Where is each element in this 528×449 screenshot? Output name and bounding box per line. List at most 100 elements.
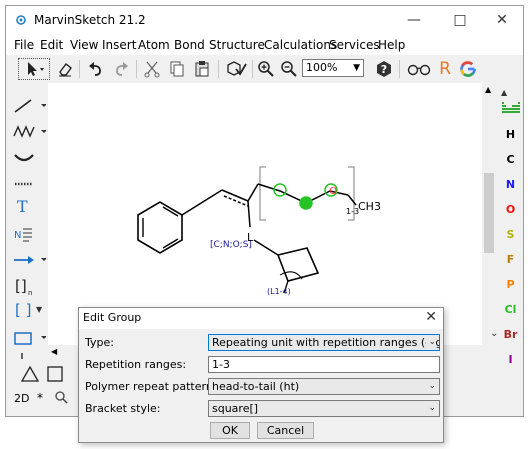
copy-button[interactable]: [166, 58, 188, 80]
star-button[interactable]: *: [37, 391, 43, 405]
dialog-title-bar: Edit Group ✕: [79, 308, 443, 329]
polymer-repeat-pattern-value: head-to-tail (ht): [212, 380, 300, 393]
close-button[interactable]: ✕: [479, 6, 523, 35]
repeating-unit-tool[interactable]: [] n: [12, 275, 46, 297]
menu-bond[interactable]: Bond: [174, 38, 205, 52]
element-cl-button[interactable]: Cl: [496, 303, 523, 316]
menu-insert[interactable]: Insert: [102, 38, 136, 52]
zoom-out-icon: [281, 61, 297, 77]
cyclobutane-ring: [276, 247, 320, 282]
single-bond-tool[interactable]: [12, 95, 46, 117]
element-p-button[interactable]: P: [496, 278, 523, 291]
svg-text:O: O: [329, 186, 337, 197]
window-title: MarvinSketch 21.2: [34, 13, 146, 27]
bracket-tool-label: [ ]: [15, 301, 32, 319]
menu-structure[interactable]: Structure: [209, 38, 265, 52]
cut-button[interactable]: [141, 58, 163, 80]
eraser-icon: [59, 63, 72, 77]
dialog-close-button[interactable]: ✕: [425, 309, 437, 325]
menu-calculations[interactable]: Calculations: [264, 38, 337, 52]
periodic-table-icon[interactable]: [502, 102, 520, 114]
type-value: Repeating unit with repetition ranges (e…: [212, 336, 439, 349]
element-h-button[interactable]: H: [496, 128, 523, 141]
polymer-repeat-pattern-select[interactable]: head-to-tail (ht) ⌄: [208, 378, 440, 395]
copy-icon: [170, 61, 184, 77]
bracket-tool[interactable]: [ ] ▼: [12, 301, 46, 323]
dotted-line-tool[interactable]: [12, 173, 46, 195]
element-f-button[interactable]: F: [496, 253, 523, 266]
benzene-ring: [137, 201, 183, 254]
svg-text:[]: []: [15, 277, 27, 295]
minimize-button[interactable]: —: [391, 6, 437, 35]
mode-2d-label[interactable]: 2D: [14, 392, 29, 405]
zoom-value: 100%: [306, 61, 338, 74]
main-toolbar: 100% ▼ ? R: [6, 55, 523, 83]
end-group-label: CH3: [358, 200, 381, 213]
select-arrow-icon: [28, 62, 44, 76]
menu-view[interactable]: View: [70, 38, 98, 52]
vertical-scroll-thumb[interactable]: [484, 173, 494, 253]
element-c-button[interactable]: C: [496, 153, 523, 166]
reaction-arrow-numbered-tool[interactable]: N: [12, 223, 46, 245]
element-o-button[interactable]: O: [496, 203, 523, 216]
undo-icon: [89, 62, 101, 76]
triangle-ring-tool[interactable]: [20, 365, 40, 383]
element-s-button[interactable]: S: [496, 228, 523, 241]
element-br-button[interactable]: Br: [496, 328, 523, 341]
title-bar: MarvinSketch 21.2 — □ ✕: [6, 6, 523, 35]
menu-edit[interactable]: Edit: [40, 38, 63, 52]
chevron-down-icon: ⌄: [426, 379, 436, 394]
repetition-ranges-value: 1-3: [212, 358, 230, 371]
repetition-ranges-input[interactable]: 1-3: [208, 356, 440, 373]
link-node-label: (L1-4): [267, 287, 291, 296]
arrow-tool[interactable]: [12, 249, 46, 271]
menu-bar: File Edit View Insert Atom Bond Structur…: [6, 35, 523, 55]
chevron-down-icon: ⌄: [426, 335, 436, 350]
scroll-up-icon: ▲: [485, 85, 492, 94]
paste-button[interactable]: [191, 58, 213, 80]
atom-list-label: [C;N;O;S]: [210, 240, 252, 250]
menu-help[interactable]: Help: [378, 38, 405, 52]
zoom-combobox[interactable]: 100% ▼: [302, 59, 364, 77]
rectangle-tool[interactable]: [12, 327, 46, 349]
help-button[interactable]: ?: [373, 58, 395, 80]
help-icon: ?: [377, 61, 391, 77]
menu-file[interactable]: File: [14, 38, 34, 52]
ok-button[interactable]: OK: [210, 422, 250, 439]
square-ring-tool[interactable]: [46, 365, 64, 383]
view-3d-button[interactable]: [406, 58, 432, 80]
redo-button[interactable]: [110, 58, 132, 80]
r-icon: R: [439, 59, 451, 79]
maximize-button[interactable]: □: [437, 6, 483, 35]
vertical-scrollbar[interactable]: ▲: [482, 83, 496, 345]
google-search-button[interactable]: [457, 58, 479, 80]
bracket-style-select[interactable]: square[] ⌄: [208, 400, 440, 417]
search-structure-icon[interactable]: [54, 390, 68, 404]
zoom-out-button[interactable]: [278, 58, 300, 80]
curved-bond-tool[interactable]: [12, 147, 46, 169]
cancel-button[interactable]: Cancel: [257, 422, 314, 439]
glasses-icon: [407, 64, 431, 76]
menu-services[interactable]: Services: [329, 38, 380, 52]
paste-icon: [195, 61, 209, 77]
element-n-button[interactable]: N: [496, 178, 523, 191]
element-i-button[interactable]: I: [496, 353, 523, 366]
clean-structure-button[interactable]: [224, 58, 250, 80]
eraser-button[interactable]: [54, 58, 76, 80]
app-icon: [16, 15, 26, 25]
chevron-down-icon: ▼: [36, 305, 43, 314]
chain-tool[interactable]: [12, 121, 46, 143]
r-group-button[interactable]: R: [434, 58, 456, 80]
molecule-drawing: O 1-3 CH3 [C;N;O;S] L (L1-4): [137, 166, 381, 296]
selection-tool-button[interactable]: [18, 58, 50, 80]
menu-atom[interactable]: Atom: [138, 38, 170, 52]
type-select[interactable]: Repeating unit with repetition ranges (e…: [208, 334, 440, 351]
text-tool[interactable]: T: [12, 197, 46, 219]
undo-button[interactable]: [85, 58, 107, 80]
zoom-in-icon: [258, 61, 274, 77]
svg-text:n: n: [28, 289, 32, 297]
zoom-in-button[interactable]: [255, 58, 277, 80]
bracket-style-label: Bracket style:: [85, 402, 161, 415]
drawing-canvas[interactable]: O 1-3 CH3 [C;N;O;S] L (L1-4): [48, 83, 482, 345]
clean-2d-icon: [227, 61, 247, 76]
